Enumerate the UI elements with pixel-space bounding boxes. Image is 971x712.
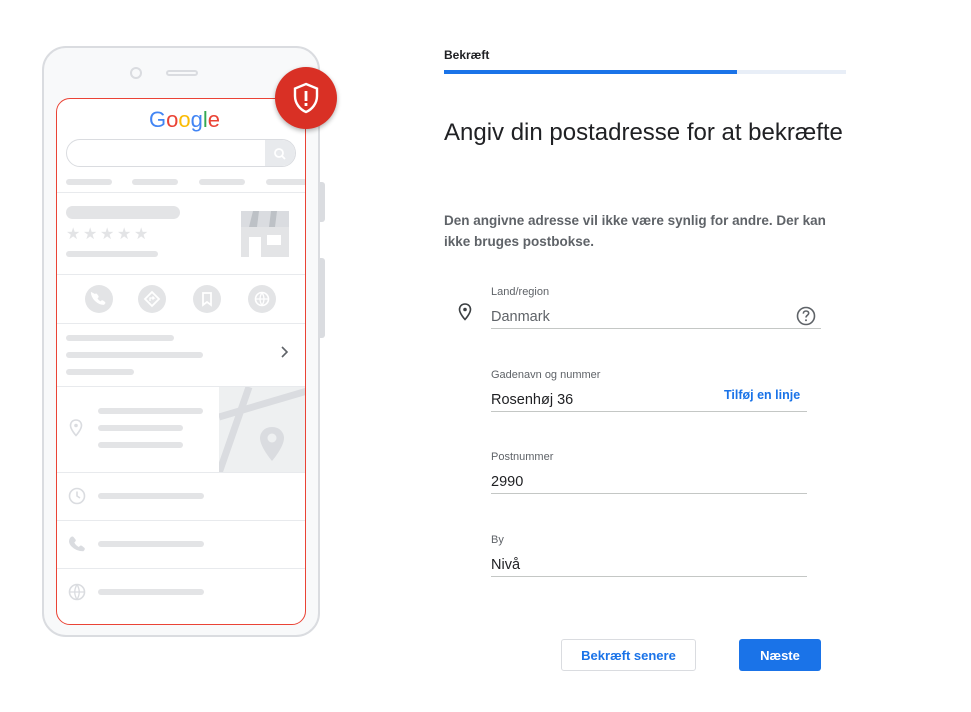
illustration-text-bar xyxy=(98,541,204,547)
phone-side-button xyxy=(320,258,325,338)
street-underline xyxy=(491,411,807,412)
postal-code-label: Postnummer xyxy=(491,451,554,463)
illustration-title-bar xyxy=(66,206,180,219)
illustration-search-button xyxy=(265,140,295,166)
phone-icon xyxy=(68,536,85,552)
directions-icon xyxy=(138,285,166,313)
location-pin-icon xyxy=(458,303,472,321)
google-logo: Google xyxy=(149,107,220,133)
divider xyxy=(57,192,305,193)
globe-icon xyxy=(248,285,276,313)
street-label: Gadenavn og nummer xyxy=(491,369,601,381)
illustration-text-bar xyxy=(66,369,134,375)
illustration-text-bar xyxy=(66,352,203,358)
search-icon xyxy=(274,148,286,160)
storefront-icon xyxy=(241,211,289,257)
logo-letter: e xyxy=(207,107,221,132)
bookmark-icon xyxy=(193,285,221,313)
illustration-text-bar xyxy=(98,493,204,499)
city-underline xyxy=(491,576,807,577)
country-label: Land/region xyxy=(491,286,550,298)
country-underline xyxy=(491,328,821,329)
illustration-text-bar xyxy=(98,408,203,414)
postal-code-underline xyxy=(491,493,807,494)
country-field[interactable]: Land/region Danmark xyxy=(491,286,821,330)
step-label: Bekræft xyxy=(444,48,490,62)
phone-illustration: Google ★ ★ ★ ★ ★ xyxy=(42,46,325,637)
divider xyxy=(57,323,305,324)
divider xyxy=(57,274,305,275)
postal-code-field[interactable]: Postnummer 2990 xyxy=(491,451,807,495)
illustration-text-bar xyxy=(98,442,183,448)
postal-code-value[interactable]: 2990 xyxy=(491,474,523,490)
logo-letter: o xyxy=(166,107,179,132)
clock-icon xyxy=(68,487,86,505)
illustration-text-bar xyxy=(66,251,158,257)
illustration-text-bar xyxy=(66,335,174,341)
star-icon: ★ xyxy=(117,226,132,243)
star-icon: ★ xyxy=(134,226,149,243)
phone-camera xyxy=(130,67,142,79)
map-thumbnail xyxy=(219,387,305,473)
star-icon: ★ xyxy=(100,226,115,243)
phone-screen: Google ★ ★ ★ ★ ★ xyxy=(56,98,306,625)
phone-speaker xyxy=(166,70,198,76)
illustration-tab xyxy=(132,179,178,185)
city-label: By xyxy=(491,534,504,546)
logo-letter: o xyxy=(178,107,191,132)
chevron-right-icon xyxy=(281,346,289,358)
logo-letter: G xyxy=(149,107,167,132)
help-circle-icon[interactable] xyxy=(796,306,816,326)
illustration-text-bar xyxy=(98,589,204,595)
phone-side-button xyxy=(320,182,325,222)
divider xyxy=(57,520,305,521)
divider xyxy=(57,568,305,569)
progress-bar xyxy=(444,70,846,74)
page-title: Angiv din postadresse for at bekræfte xyxy=(444,119,843,146)
street-value[interactable]: Rosenhøj 36 xyxy=(491,392,573,408)
illustration-tab xyxy=(266,179,305,185)
verify-later-button[interactable]: Bekræft senere xyxy=(561,639,696,671)
illustration-text-bar xyxy=(98,425,183,431)
logo-letter: g xyxy=(190,107,203,132)
country-value[interactable]: Danmark xyxy=(491,309,550,325)
illustration-tab xyxy=(66,179,112,185)
illustration-search-bar xyxy=(66,139,296,167)
city-field[interactable]: By Nivå xyxy=(491,534,807,578)
add-line-link[interactable]: Tilføj en linje xyxy=(724,388,800,402)
star-icon: ★ xyxy=(83,226,98,243)
progress-fill xyxy=(444,70,738,74)
illustration-tab xyxy=(199,179,245,185)
divider xyxy=(57,472,305,473)
city-value[interactable]: Nivå xyxy=(491,557,520,573)
phone-action-icon xyxy=(85,285,113,313)
star-icon: ★ xyxy=(66,226,81,243)
page-description: Den angivne adresse vil ikke være synlig… xyxy=(444,213,826,249)
globe-icon xyxy=(68,583,86,601)
next-button[interactable]: Næste xyxy=(739,639,821,671)
location-pin-icon xyxy=(69,419,83,437)
alert-badge xyxy=(275,67,337,129)
shield-alert-icon xyxy=(293,82,319,114)
